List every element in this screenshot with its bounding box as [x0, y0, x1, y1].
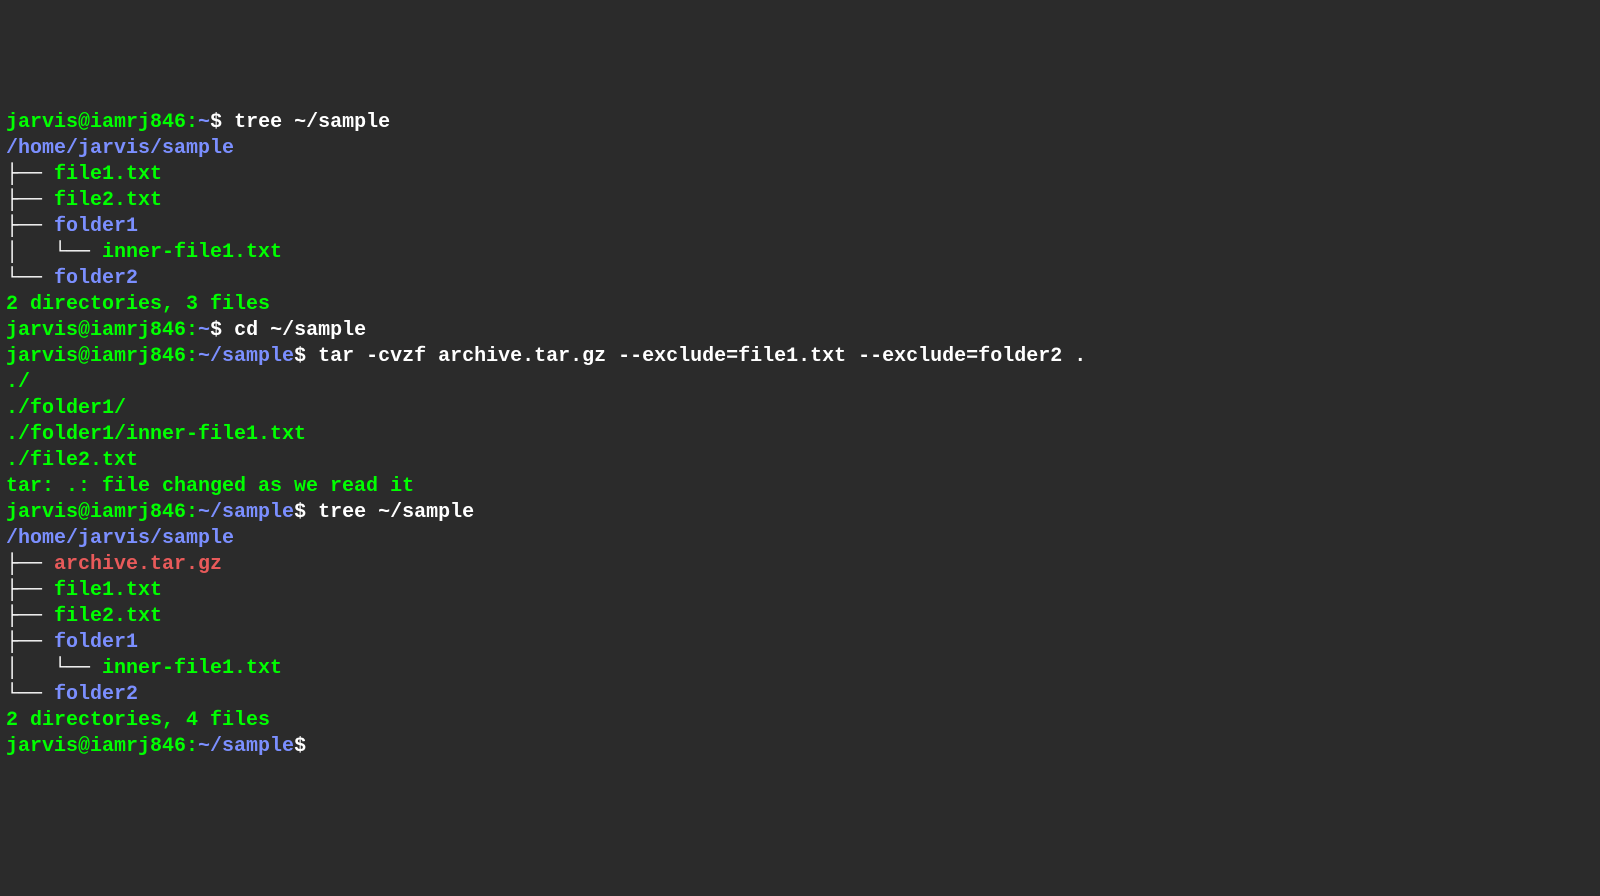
tree-branch-icon: ├──: [6, 579, 54, 602]
prompt-path: ~: [198, 111, 210, 134]
tree-row: ├── folder1: [6, 630, 1594, 656]
folder-name: folder1: [54, 215, 138, 238]
prompt-user: jarvis@iamrj846: [6, 501, 186, 524]
tar-output-line: ./folder1/inner-file1.txt: [6, 422, 1594, 448]
file-name: inner-file1.txt: [102, 657, 282, 680]
tree-row: ├── folder1: [6, 214, 1594, 240]
tree-branch-icon: ├──: [6, 189, 54, 212]
tree-row: ├── file1.txt: [6, 578, 1594, 604]
tree-row: ├── file2.txt: [6, 188, 1594, 214]
prompt-user: jarvis@iamrj846: [6, 345, 186, 368]
file-name: file2.txt: [54, 605, 162, 628]
tar-output-line: tar: .: file changed as we read it: [6, 474, 1594, 500]
tar-output-line: ./folder1/: [6, 396, 1594, 422]
file-name: inner-file1.txt: [102, 241, 282, 264]
file-name: file1.txt: [54, 579, 162, 602]
tree-root-path: /home/jarvis/sample: [6, 136, 1594, 162]
tar-output-line: ./: [6, 370, 1594, 396]
tree-row: └── folder2: [6, 266, 1594, 292]
prompt-dollar: $: [294, 735, 318, 758]
tree-branch-icon: │ └──: [6, 241, 102, 264]
tree-row: │ └── inner-file1.txt: [6, 656, 1594, 682]
command: tar -cvzf archive.tar.gz --exclude=file1…: [318, 345, 1086, 368]
command: cd ~/sample: [234, 319, 366, 342]
tree-branch-icon: ├──: [6, 631, 54, 654]
command: tree ~/sample: [318, 501, 474, 524]
prompt-user: jarvis@iamrj846: [6, 111, 186, 134]
tree-branch-icon: ├──: [6, 605, 54, 628]
prompt-line: jarvis@iamrj846:~/sample$ tar -cvzf arch…: [6, 344, 1594, 370]
command: tree ~/sample: [234, 111, 390, 134]
tar-output-line: ./file2.txt: [6, 448, 1594, 474]
tree-row: │ └── inner-file1.txt: [6, 240, 1594, 266]
file-name: file2.txt: [54, 189, 162, 212]
prompt-path: ~: [198, 319, 210, 342]
archive-name: archive.tar.gz: [54, 553, 222, 576]
file-name: file1.txt: [54, 163, 162, 186]
folder-name: folder2: [54, 267, 138, 290]
tree-summary: 2 directories, 4 files: [6, 708, 1594, 734]
folder-name: folder2: [54, 683, 138, 706]
prompt-path: ~/sample: [198, 735, 294, 758]
terminal-output[interactable]: jarvis@iamrj846:~$ tree ~/sample/home/ja…: [6, 110, 1594, 760]
prompt-line: jarvis@iamrj846:~/sample$ tree ~/sample: [6, 500, 1594, 526]
prompt-line[interactable]: jarvis@iamrj846:~/sample$: [6, 734, 1594, 760]
prompt-path: ~/sample: [198, 501, 294, 524]
tree-branch-icon: ├──: [6, 215, 54, 238]
prompt-line: jarvis@iamrj846:~$ tree ~/sample: [6, 110, 1594, 136]
prompt-path: ~/sample: [198, 345, 294, 368]
tree-row: ├── file1.txt: [6, 162, 1594, 188]
tree-branch-icon: │ └──: [6, 657, 102, 680]
folder-name: folder1: [54, 631, 138, 654]
prompt-dollar: $: [210, 111, 234, 134]
tree-summary: 2 directories, 3 files: [6, 292, 1594, 318]
tree-root-path: /home/jarvis/sample: [6, 526, 1594, 552]
tree-branch-icon: ├──: [6, 163, 54, 186]
tree-branch-icon: ├──: [6, 553, 54, 576]
tree-row: └── folder2: [6, 682, 1594, 708]
prompt-line: jarvis@iamrj846:~$ cd ~/sample: [6, 318, 1594, 344]
prompt-dollar: $: [210, 319, 234, 342]
tree-row: ├── file2.txt: [6, 604, 1594, 630]
tree-branch-icon: └──: [6, 683, 54, 706]
prompt-user: jarvis@iamrj846: [6, 319, 186, 342]
prompt-user: jarvis@iamrj846: [6, 735, 186, 758]
prompt-dollar: $: [294, 345, 318, 368]
tree-branch-icon: └──: [6, 267, 54, 290]
tree-row: ├── archive.tar.gz: [6, 552, 1594, 578]
prompt-dollar: $: [294, 501, 318, 524]
